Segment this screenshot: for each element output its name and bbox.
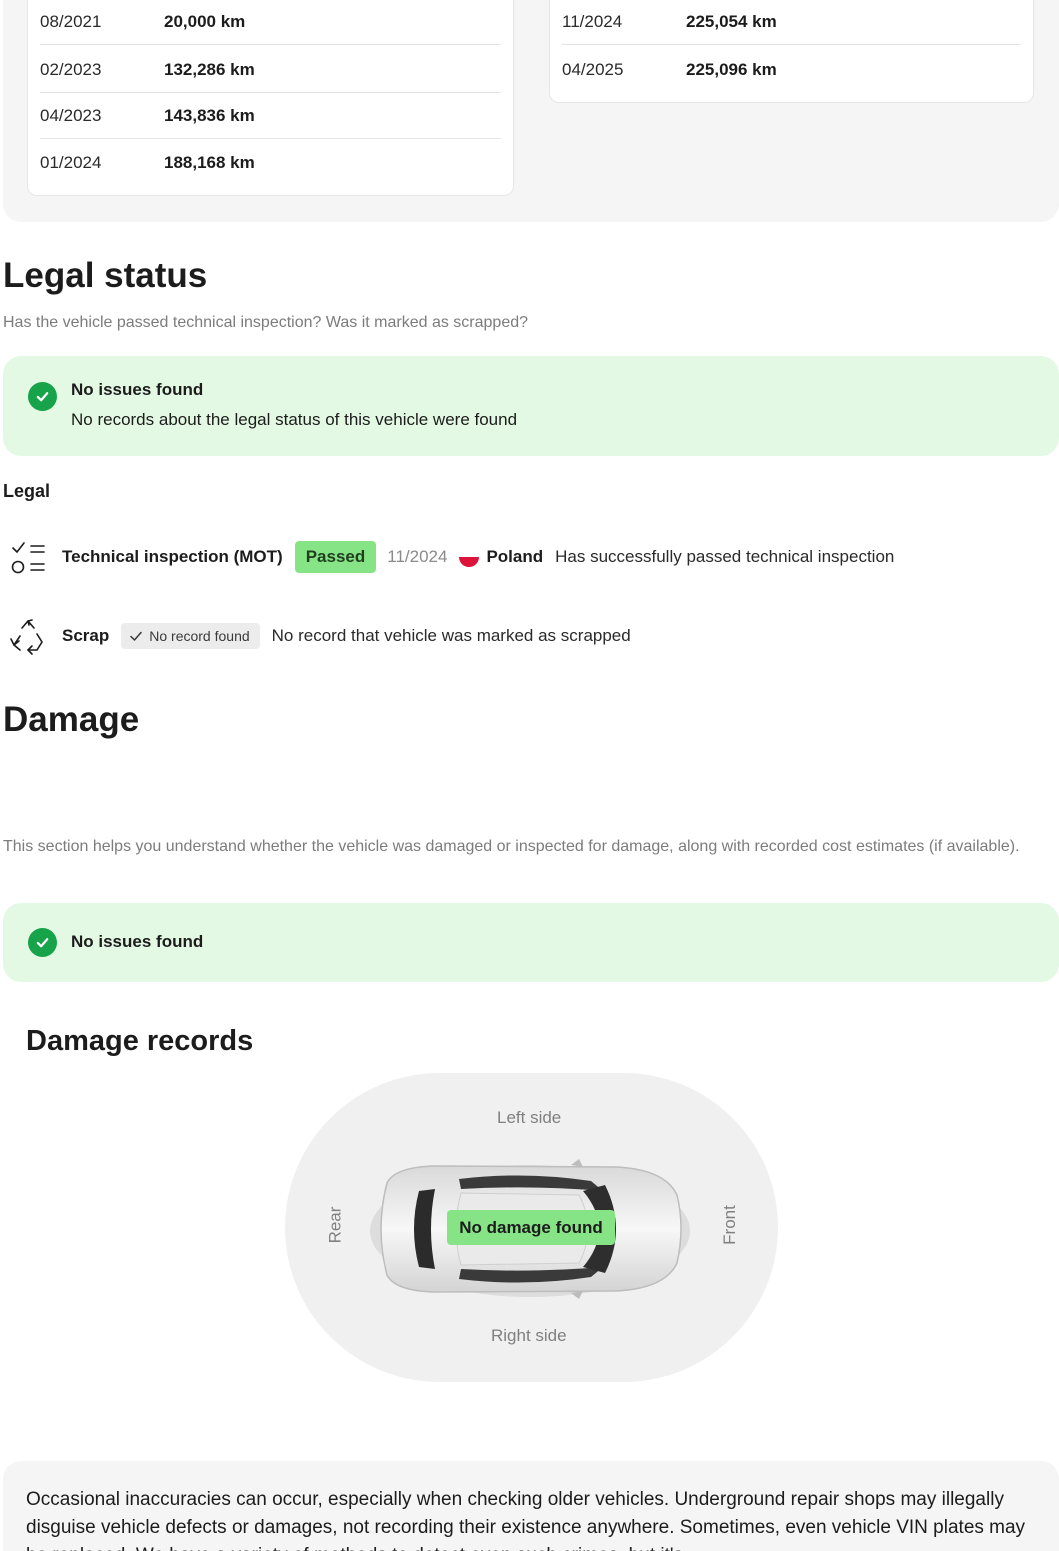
damage-records-title: Damage records [26,1025,254,1057]
mileage-row: 04/2025 225,096 km [562,47,1021,93]
passed-badge: Passed [294,541,377,573]
damage-summary-panel: No issues found [3,903,1059,982]
legal-summary-title: No issues found [71,380,204,399]
left-side-label: Left side [497,1108,562,1127]
check-circle-icon [28,928,57,957]
inspection-row: Technical inspection (MOT) Passed 11/202… [8,535,894,579]
damage-title: Damage [3,700,140,739]
mileage-km: 188,168 km [164,153,255,172]
check-circle-icon [28,382,57,411]
legal-summary-text: No records about the legal status of thi… [71,410,518,429]
inspection-country: Poland [486,547,544,566]
mileage-date: 11/2024 [562,11,623,31]
damage-diagram: Left side Right side Rear Front No damag… [285,1073,778,1382]
mileage-panel: 08/2021 20,000 km 02/2023 132,286 km 04/… [3,0,1059,222]
scrap-description: No record that vehicle was marked as scr… [271,626,631,645]
mileage-date: 08/2021 [40,11,102,31]
mileage-date: 01/2024 [40,153,102,172]
mileage-date: 04/2025 [562,60,624,79]
no-damage-badge: No damage found [447,1210,615,1245]
mileage-km: 225,054 km [686,11,777,31]
recycle-icon [8,616,48,656]
poland-flag-icon [459,547,480,567]
mileage-row: 04/2023 143,836 km [40,93,501,139]
mileage-km: 20,000 km [164,11,246,31]
legal-section-label: Legal [3,481,51,501]
legal-status-subtitle: Has the vehicle passed technical inspect… [3,314,529,331]
mileage-km: 143,836 km [164,105,255,125]
mileage-row: 01/2024 188,168 km [40,140,501,186]
check-icon [129,629,143,643]
scrap-title: Scrap [62,626,110,645]
mileage-km: 132,286 km [164,59,255,79]
inspection-date: 11/2024 [387,547,448,566]
front-label: Front [719,1205,739,1245]
mileage-row: 02/2023 132,286 km [40,47,501,93]
right-side-label: Right side [491,1326,567,1345]
disclaimer-text: Occasional inaccuracies can occur, espec… [26,1489,1026,1551]
mileage-card-right: 11/2024 225,054 km 04/2025 225,096 km [549,0,1034,103]
damage-subtitle: This section helps you understand whethe… [3,838,1020,855]
checklist-icon [8,537,48,577]
mileage-date: 04/2023 [40,105,102,125]
legal-status-title: Legal status [3,256,208,295]
legal-summary-panel: No issues found No records about the leg… [3,356,1059,456]
mileage-card-left: 08/2021 20,000 km 02/2023 132,286 km 04/… [27,0,514,196]
mileage-km: 225,096 km [686,60,777,79]
no-record-badge: No record found [121,623,260,649]
disclaimer-panel: Occasional inaccuracies can occur, espec… [3,1461,1059,1551]
rear-label: Rear [325,1206,345,1244]
inspection-description: Has successfully passed technical inspec… [555,547,895,566]
scrap-row: Scrap No record found No record that veh… [8,614,631,658]
inspection-title: Technical inspection (MOT) [62,547,283,566]
no-record-label: No record found [149,628,250,644]
damage-summary-title: No issues found [71,932,204,951]
mileage-row: 08/2021 20,000 km [40,0,501,45]
mileage-row: 11/2024 225,054 km [562,0,1021,45]
mileage-date: 02/2023 [40,59,102,79]
